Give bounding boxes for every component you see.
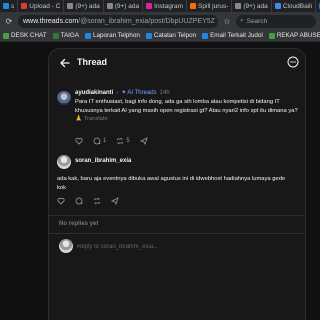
tab-label: s [11,2,15,10]
bookmark-favicon-icon [3,32,9,39]
post-body: Para IT enthusiast, bagi info dong, ada … [75,98,301,124]
browser-tab-bar: s Upload - C (9+) ada (9+) ada Instagram Spil… [0,0,320,12]
bookmark-label: Email Terkait Judol [210,32,263,39]
bookmark-label: Catatan Telpon [153,32,197,39]
bookmark-label: Laporan Telphon [93,32,140,39]
tab-label: Spill jurus- [198,2,229,10]
page-title: Thread [77,57,108,67]
bookmark-favicon-icon [85,32,92,39]
threads-page: Thread ayudiakinanti › ✦ AI Threads 14h [0,42,320,320]
heart-icon[interactable] [57,197,65,205]
bookmark-item[interactable]: REKAP ABUSE [268,32,320,39]
tab-label: (9+) ada [114,2,140,10]
bookmark-item[interactable]: TAIGA [52,32,80,39]
bookmark-label: DESK CHAT [11,32,47,39]
bookmark-favicon-icon [202,32,209,39]
tab-favicon-icon [21,3,28,9]
more-options-icon[interactable] [287,56,299,68]
browser-tab[interactable]: (9+) ada [232,0,272,12]
bookmark-item[interactable]: Email Terkait Judol [202,32,263,39]
browser-tab[interactable]: s [0,0,19,12]
bookmark-item[interactable]: Laporan Telphon [85,32,140,39]
back-arrow-icon[interactable] [59,57,71,69]
reply-text: ada kak, baru aja eventnya dibuka awal a… [57,176,286,191]
post-time: 14h [159,89,170,96]
reply-actions [57,197,119,205]
tab-label: CloudBaili [282,2,313,10]
sparkle-icon: ✦ [121,90,127,96]
no-replies-label: No replies yet [59,221,99,227]
reply-username[interactable]: soran_ibrahim_exia [75,158,131,164]
address-bar[interactable]: www.threads.com/@soran_ibrahim_exia/post… [18,14,218,28]
tab-favicon-icon [3,3,9,9]
thread-panel: Thread ayudiakinanti › ✦ AI Threads 14h [48,48,306,320]
tab-favicon-icon [190,3,197,9]
browser-tab[interactable]: CloudBaili [272,0,317,12]
post-meta: ayudiakinanti › ✦ AI Threads 14h [75,89,170,97]
search-icon: ⌕ [240,17,244,24]
browser-tab[interactable]: Upload - C [18,0,65,12]
tab-favicon-icon [274,3,281,9]
avatar [59,239,73,253]
browser-tab[interactable]: Facebook [316,0,320,12]
share-icon [139,137,148,145]
bookmark-item[interactable]: Catatan Telpon [145,32,197,39]
search-placeholder: Search [246,17,268,25]
browser-toolbar: ⟳ www.threads.com/@soran_ibrahim_exia/po… [0,12,320,30]
tab-favicon-icon [67,3,74,9]
share-icon[interactable] [111,197,119,205]
browser-tab[interactable]: (9+) ada [104,0,144,12]
post-text: Para IT enthusiast, bagi info dong, ada … [75,99,298,122]
meta-separator: › [116,89,119,96]
reply-meta: soran_ibrahim_exia [75,158,131,164]
avatar[interactable] [57,155,71,169]
post-actions: 1 5 [75,137,148,145]
browser-tab[interactable]: (9+) ada [64,0,104,12]
tab-label: Upload - C [29,2,61,10]
tab-favicon-icon [106,3,113,9]
repost-icon [117,137,124,145]
tab-label: (9+) ada [243,2,268,10]
repost-count: 5 [126,138,130,144]
divider [49,215,305,216]
tab-favicon-icon [146,3,153,9]
bookmark-item[interactable]: DESK CHAT [3,32,47,39]
reply-composer [57,235,301,259]
like-button[interactable] [75,137,83,145]
divider [49,233,305,234]
translate-link[interactable]: Translate [84,116,108,122]
reply-count: 1 [103,138,107,144]
bookmark-label: REKAP ABUSE [276,32,320,39]
bookmark-star-icon[interactable]: ☆ [222,16,232,26]
browser-search-field[interactable]: ⌕ Search [236,14,316,28]
bookmarks-bar: DESK CHAT TAIGA Laporan Telphon Catatan Tel… [0,30,320,42]
reply-button[interactable]: 1 [93,137,106,145]
topic-tag[interactable]: ✦ AI Threads [121,89,157,97]
bookmark-label: TAIGA [60,32,80,39]
bookmark-favicon-icon [145,32,152,39]
browser-tab[interactable]: Spill jurus- [187,0,233,12]
repost-button[interactable]: 5 [116,137,130,145]
tab-label: Instagram [154,2,184,10]
comment-icon [93,137,101,145]
reload-icon[interactable]: ⟳ [4,16,14,26]
url-host: www.threads.com [23,17,79,25]
bookmark-favicon-icon [52,32,59,39]
browser-tab[interactable]: Instagram [143,0,188,12]
post-username[interactable]: ayudiakinanti [75,90,113,96]
topic-label: AI Threads [127,89,157,96]
avatar[interactable] [57,91,71,105]
tab-label: (9+) ada [75,2,100,10]
heart-icon [75,137,83,145]
url-path: /@soran_ibrahim_exia/post/DbpUUZPEY5Z [78,17,215,25]
tab-favicon-icon [235,3,242,9]
thread-header: Thread [49,49,305,77]
comment-icon[interactable] [75,197,83,205]
repost-icon[interactable] [93,197,101,205]
share-button[interactable] [139,137,148,145]
reply-input[interactable] [77,241,287,252]
bookmark-favicon-icon [268,32,275,39]
